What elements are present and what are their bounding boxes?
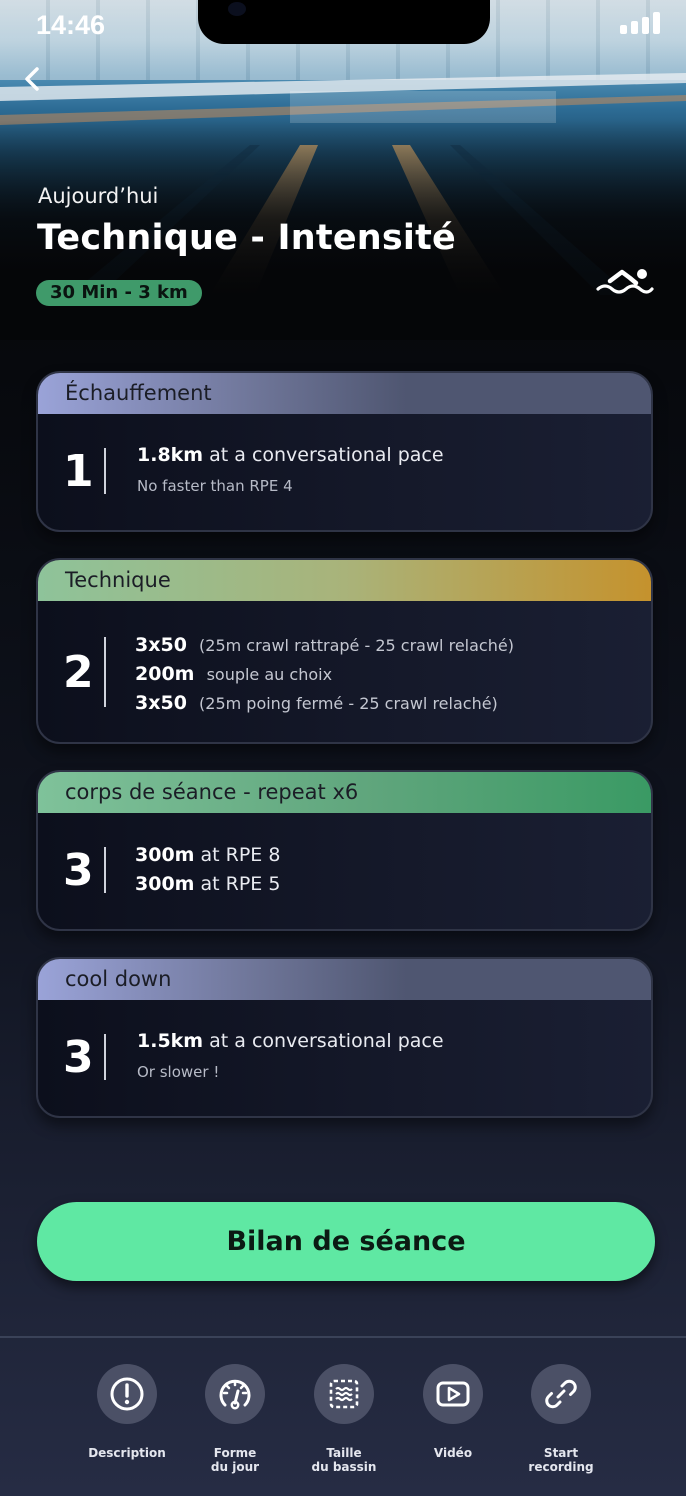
page-title: Technique - Intensité [37, 218, 456, 258]
tab-label: Vidéo [433, 1446, 473, 1460]
section-card-main-set[interactable]: corps de séance - repeat x6 3 300m at RP… [36, 770, 653, 931]
section-line: 200m souple au choix [135, 663, 333, 685]
session-summary-button[interactable]: Bilan de séance [37, 1202, 655, 1281]
section-card-warmup[interactable]: Échauffement 1 1.8km at a conversational… [36, 371, 653, 532]
section-line: 3x50 (25m crawl rattrapé - 25 crawl rela… [135, 634, 514, 656]
tab-forme-du-jour[interactable]: Forme du jour [180, 1364, 290, 1474]
section-number: 2 [63, 647, 94, 698]
tab-taille-du-bassin[interactable]: Taille du bassin [289, 1364, 399, 1474]
play-video-icon [423, 1364, 483, 1424]
section-heading: cool down [38, 959, 651, 1000]
section-card-technique[interactable]: Technique 2 3x50 (25m crawl rattrapé - 2… [36, 558, 653, 744]
section-card-cooldown[interactable]: cool down 3 1.5km at a conversational pa… [36, 957, 653, 1118]
section-heading: Échauffement [38, 373, 651, 414]
gauge-icon [205, 1364, 265, 1424]
tab-label: Start recording [528, 1446, 594, 1474]
tab-description[interactable]: Description [72, 1364, 182, 1460]
section-line: 300m at RPE 5 [135, 873, 281, 895]
duration-badge: 30 Min - 3 km [36, 280, 202, 306]
section-line: 300m at RPE 8 [135, 844, 281, 866]
link-icon [531, 1364, 591, 1424]
section-subtext: Or slower ! [137, 1063, 220, 1081]
tab-start-recording[interactable]: Start recording [506, 1364, 616, 1474]
section-divider [104, 847, 106, 893]
section-number: 3 [63, 1032, 94, 1083]
alert-circle-icon [97, 1364, 157, 1424]
tab-bar: Description Forme du jour Taille du bass… [0, 1338, 686, 1496]
section-heading: corps de séance - repeat x6 [38, 772, 651, 813]
tab-video[interactable]: Vidéo [398, 1364, 508, 1460]
signal-bars-icon [620, 12, 662, 34]
tab-label: Taille du bassin [311, 1446, 377, 1474]
tab-label: Description [88, 1446, 166, 1460]
swimmer-icon [596, 269, 654, 294]
date-label: Aujourd’hui [38, 184, 159, 208]
section-heading: Technique [38, 560, 651, 601]
section-divider [104, 448, 106, 494]
section-divider [104, 1034, 106, 1080]
section-number: 3 [63, 845, 94, 896]
device-notch [198, 0, 490, 44]
section-divider [104, 637, 106, 707]
section-number: 1 [63, 446, 94, 497]
chevron-left-icon[interactable] [20, 64, 46, 94]
pool-size-icon [314, 1364, 374, 1424]
section-line: 1.8km at a conversational pace [137, 444, 444, 466]
section-line: 3x50 (25m poing fermé - 25 crawl relaché… [135, 692, 498, 714]
screen: 14:46 Aujourd’hui Technique - Intensité … [0, 0, 686, 1496]
status-time: 14:46 [36, 10, 106, 40]
section-subtext: No faster than RPE 4 [137, 477, 293, 495]
section-line: 1.5km at a conversational pace [137, 1030, 444, 1052]
tab-label: Forme du jour [210, 1446, 260, 1474]
